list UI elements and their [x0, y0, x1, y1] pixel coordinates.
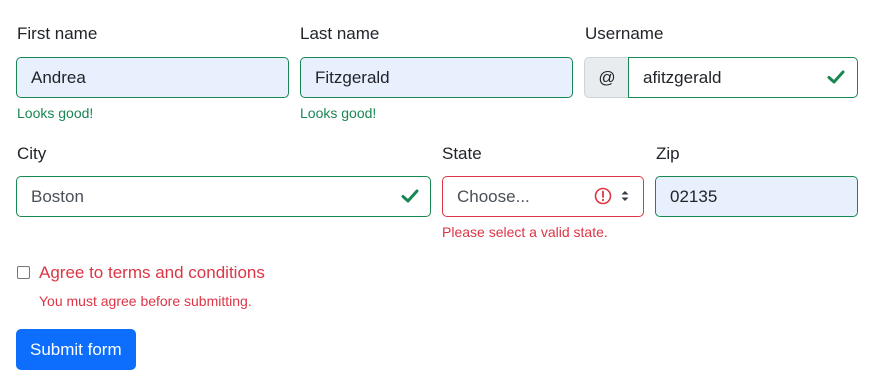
- zip-label: Zip: [656, 144, 680, 163]
- check-icon: [401, 189, 419, 203]
- username-value: afitzgerald: [643, 68, 722, 87]
- last-name-label: Last name: [300, 24, 380, 43]
- first-name-valid-feedback: Looks good!: [17, 105, 94, 121]
- state-selected-value: Choose...: [457, 187, 530, 206]
- terms-label[interactable]: Agree to terms and conditions: [39, 263, 265, 283]
- city-value: Boston: [31, 187, 84, 206]
- terms-invalid-feedback: You must agree before submitting.: [39, 293, 252, 309]
- state-invalid-feedback: Please select a valid state.: [442, 224, 608, 240]
- check-icon: [827, 70, 845, 84]
- first-name-input[interactable]: Andrea: [16, 57, 289, 98]
- last-name-valid-feedback: Looks good!: [300, 105, 377, 121]
- username-label: Username: [585, 24, 664, 43]
- first-name-label: First name: [17, 24, 98, 43]
- sort-arrows-icon: [621, 191, 629, 201]
- zip-input[interactable]: 02135: [655, 176, 858, 217]
- username-prefix-addon: @: [584, 57, 629, 98]
- city-input[interactable]: Boston: [16, 176, 431, 217]
- submit-button[interactable]: Submit form: [16, 329, 136, 370]
- state-select[interactable]: Choose...: [442, 176, 644, 217]
- state-label: State: [442, 144, 482, 163]
- username-input[interactable]: afitzgerald: [628, 57, 858, 98]
- last-name-input[interactable]: Fitzgerald: [300, 57, 573, 98]
- terms-checkbox[interactable]: [17, 266, 30, 279]
- exclamation-circle-icon: [594, 187, 612, 205]
- city-label: City: [17, 144, 47, 163]
